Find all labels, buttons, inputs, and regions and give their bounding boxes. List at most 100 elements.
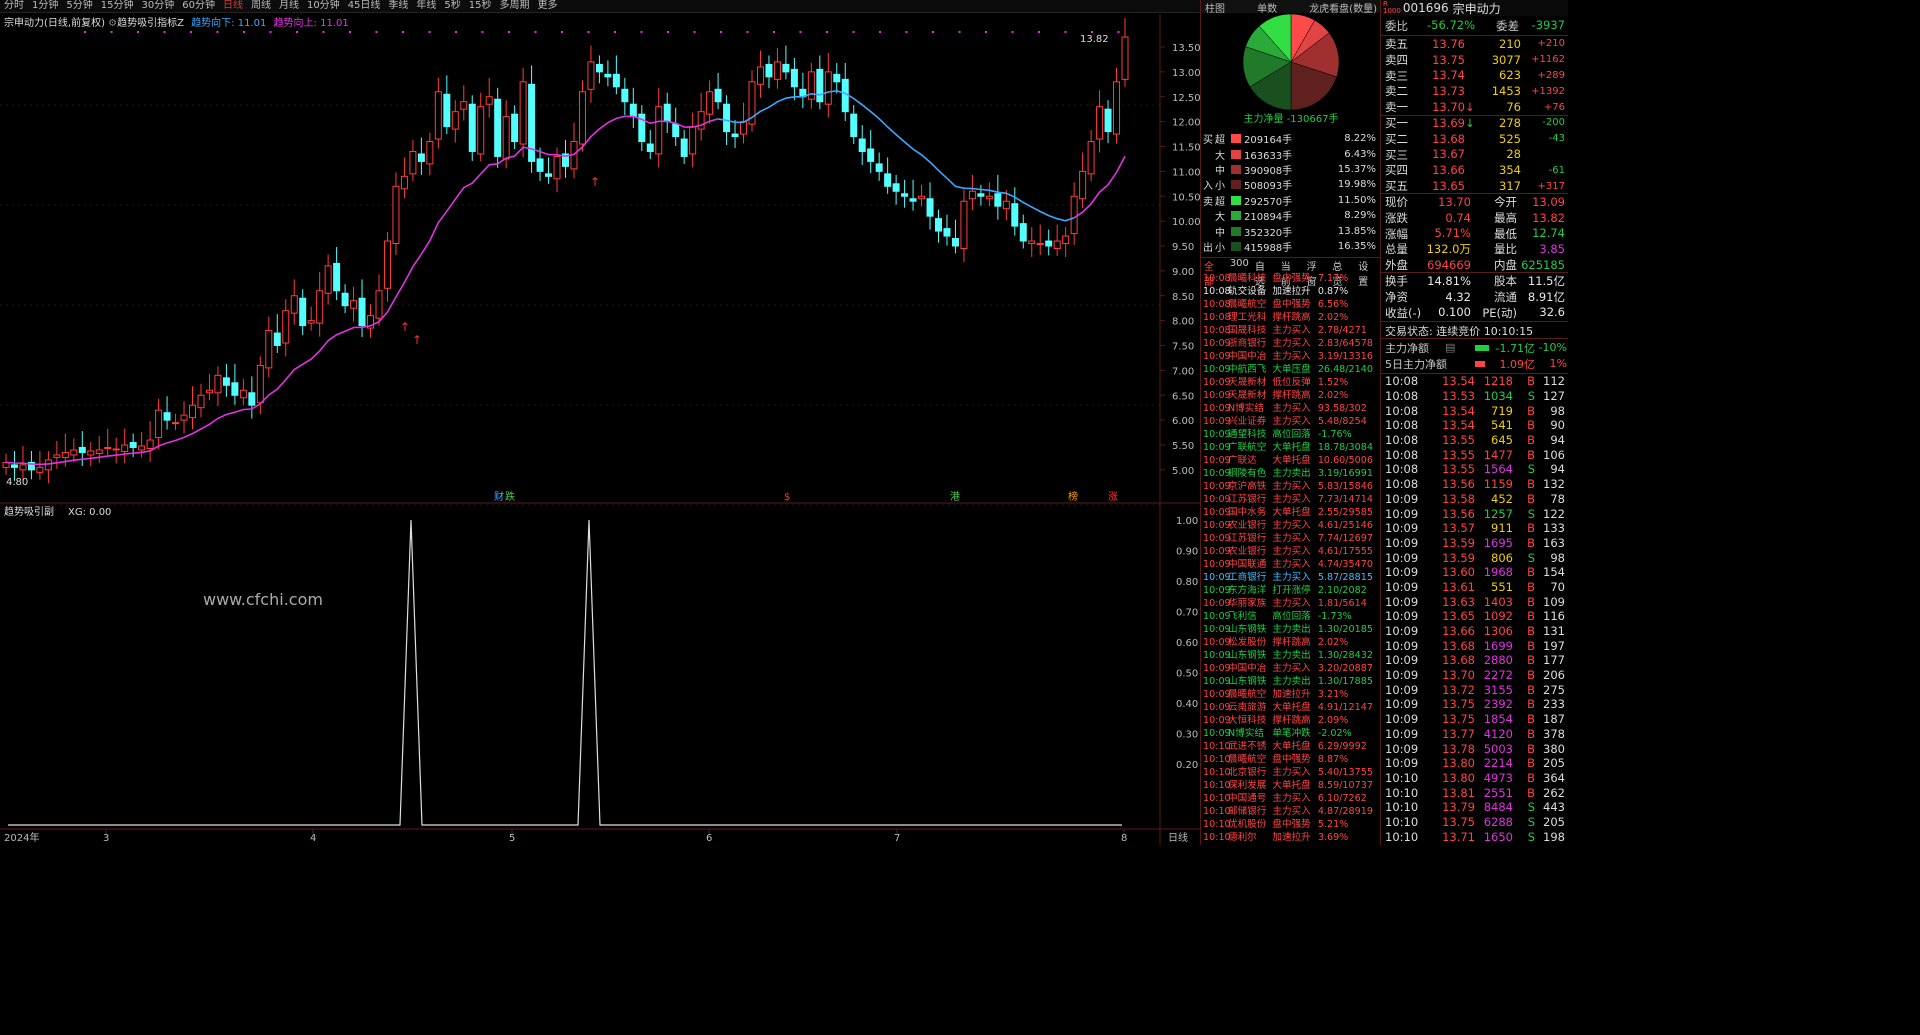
feed-row[interactable]: 10:09 浙商银行 主力买入 2.83/64578 bbox=[1203, 337, 1379, 350]
event-tag[interactable]: 财 bbox=[494, 490, 504, 503]
feed-row[interactable]: 10:09 山东钢铁 主力卖出 1.30/20185 bbox=[1203, 623, 1379, 636]
period-tab[interactable]: 30分钟 bbox=[137, 0, 178, 12]
feed-row[interactable]: 10:09 晨曦航空 加速拉升 3.21% bbox=[1203, 688, 1379, 701]
feed-tab[interactable]: 300 bbox=[1227, 258, 1252, 271]
feed-row[interactable]: 10:09 兴业证券 主力买入 5.48/8254 bbox=[1203, 415, 1379, 428]
feed-row[interactable]: 10:09 中航西飞 大单压盘 26.48/2140 bbox=[1203, 363, 1379, 376]
feed-tab[interactable]: 全部 bbox=[1201, 258, 1227, 288]
feed-row[interactable]: 10:10 武进不锈 大单托盘 6.29/9992 bbox=[1203, 740, 1379, 753]
feed-row[interactable]: 10:08 国晟科技 主力买入 2.78/4271 bbox=[1203, 324, 1379, 337]
info-icon[interactable]: ▤ bbox=[1445, 341, 1475, 354]
feed-row[interactable]: 10:09 天晟新材 撑杆跳高 2.02% bbox=[1203, 389, 1379, 402]
period-tab[interactable]: 5分钟 bbox=[62, 0, 96, 12]
feed-row[interactable]: 10:10 晨曦航空 盘中强势 8.87% bbox=[1203, 753, 1379, 766]
period-tab[interactable]: 45日线 bbox=[344, 0, 385, 12]
feed-row[interactable]: 10:09 松发股份 撑杆跳高 2.02% bbox=[1203, 636, 1379, 649]
feed-row[interactable]: 10:09 N博实结 单笔冲跌 -2.02% bbox=[1203, 727, 1379, 740]
feed-row[interactable]: 10:09 通望科技 高位回落 -1.76% bbox=[1203, 428, 1379, 441]
feed-row[interactable]: 10:09 山东钢铁 主力卖出 1.30/28432 bbox=[1203, 649, 1379, 662]
ask-row[interactable]: 卖一 13.70 ↓ 76 +76 bbox=[1385, 99, 1567, 115]
feed-row[interactable]: 10:09 国中水务 大单托盘 2.55/29585 bbox=[1203, 506, 1379, 519]
period-tab[interactable]: 日线 bbox=[219, 0, 247, 12]
feed-row[interactable]: 10:09 江苏银行 主力买入 7.73/14714 bbox=[1203, 493, 1379, 506]
feed-row[interactable]: 10:09 江苏银行 主力买入 7.74/12697 bbox=[1203, 532, 1379, 545]
feed-row[interactable]: 10:09 东方海洋 打开涨停 2.10/2082 bbox=[1203, 584, 1379, 597]
period-tab[interactable]: 月线 bbox=[275, 0, 303, 12]
period-tab[interactable]: 多周期 bbox=[496, 0, 534, 12]
tick-row: 10:09 13.78 5003 B 380 bbox=[1385, 741, 1567, 756]
feed-row[interactable]: 10:09 中国联通 主力买入 4.74/35470 bbox=[1203, 558, 1379, 571]
feed-row[interactable]: 10:10 北京银行 主力买入 5.40/13755 bbox=[1203, 766, 1379, 779]
period-tab[interactable]: 5秒 bbox=[440, 0, 464, 12]
feed-row[interactable]: 10:10 优机股份 盘中强势 5.21% bbox=[1203, 818, 1379, 831]
feed-row[interactable]: 10:09 中国中冶 主力买入 3.20/20887 bbox=[1203, 662, 1379, 675]
feed-row[interactable]: 10:08 晨曦科技 盘中强势 7.17% bbox=[1203, 272, 1379, 285]
signal-dot bbox=[826, 31, 828, 33]
flow-tab[interactable]: 柱图 bbox=[1201, 0, 1229, 15]
signal-dot bbox=[1091, 31, 1093, 33]
period-tab[interactable]: 年线 bbox=[412, 0, 440, 12]
event-tag[interactable]: 跌 bbox=[505, 490, 515, 503]
feed-row[interactable]: 10:08 晨曦航空 盘中强势 6.56% bbox=[1203, 298, 1379, 311]
feed-row[interactable]: 10:08 理工光科 撑杆跳高 2.02% bbox=[1203, 311, 1379, 324]
feed-row[interactable]: 10:09 中国中冶 主力买入 3.19/13316 bbox=[1203, 350, 1379, 363]
event-tag[interactable]: 涨 bbox=[1108, 491, 1118, 503]
tick-row: 10:09 13.72 3155 B 275 bbox=[1385, 682, 1567, 697]
feed-row[interactable]: 10:09 飞利信 高位回落 -1.73% bbox=[1203, 610, 1379, 623]
feed-value: 7.73/14714 bbox=[1317, 494, 1373, 505]
sub-indicator-name[interactable]: 趋势吸引副 bbox=[4, 505, 54, 518]
bid-row[interactable]: 买一 13.69 ↓ 278 -200 bbox=[1385, 115, 1567, 131]
bid-row[interactable]: 买二 13.68 525 -43 bbox=[1385, 131, 1567, 147]
feed-row[interactable]: 10:09 京沪高铁 主力买入 5.83/15846 bbox=[1203, 480, 1379, 493]
ask-row[interactable]: 卖二 13.73 1453 +1392 bbox=[1385, 83, 1567, 99]
feed-row[interactable]: 10:09 云南旅游 大单托盘 4.91/12147 bbox=[1203, 701, 1379, 714]
feed-tab[interactable]: 自选 bbox=[1252, 258, 1278, 288]
period-tab[interactable]: 更多 bbox=[534, 0, 562, 12]
event-tag[interactable]: $ bbox=[784, 492, 790, 503]
ask-row[interactable]: 卖四 13.75 3077 +1162 bbox=[1385, 52, 1567, 68]
feed-row[interactable]: 10:10 中国通号 主力买入 6.10/7262 bbox=[1203, 792, 1379, 805]
flow-percent: 19.98% bbox=[1337, 179, 1376, 191]
tick-price: 13.68 bbox=[1442, 653, 1475, 668]
bid-row[interactable]: 买四 13.66 354 -61 bbox=[1385, 162, 1567, 178]
feed-tab[interactable]: 设置 bbox=[1355, 258, 1381, 288]
event-tag[interactable]: 榜 bbox=[1068, 490, 1078, 503]
sub-tick: 0.70 bbox=[1176, 608, 1198, 619]
feed-row[interactable]: 10:08 轨交设备 加速拉升 0.87% bbox=[1203, 285, 1379, 298]
event-tag[interactable]: 港 bbox=[950, 491, 960, 503]
feed-row[interactable]: 10:09 大恒科技 撑杆跳高 2.09% bbox=[1203, 714, 1379, 727]
feed-tab[interactable]: 浮窗 bbox=[1304, 258, 1330, 288]
feed-row[interactable]: 10:10 德利尔 加速拉升 3.69% bbox=[1203, 831, 1379, 844]
ask-row[interactable]: 卖三 13.74 623 +289 bbox=[1385, 68, 1567, 84]
price-tick: 9.50 bbox=[1172, 242, 1194, 253]
feed-row[interactable]: 10:09 铜陵有色 主力卖出 3.19/16991 bbox=[1203, 467, 1379, 480]
feed-row[interactable]: 10:10 保利发展 大单托盘 8.59/10737 bbox=[1203, 779, 1379, 792]
tick-volume: 1564 bbox=[1483, 462, 1513, 477]
feed-row[interactable]: 10:09 农业银行 主力买入 4.61/25146 bbox=[1203, 519, 1379, 532]
bid-row[interactable]: 买五 13.65 317 +317 bbox=[1385, 178, 1567, 194]
period-tab[interactable]: 1分钟 bbox=[28, 0, 62, 12]
ask-row[interactable]: 卖五 13.76 210 +210 bbox=[1385, 36, 1567, 52]
feed-tab[interactable]: 当前 bbox=[1278, 258, 1304, 288]
feed-row[interactable]: 10:09 N博实结 主力买入 93.58/302 bbox=[1203, 402, 1379, 415]
feed-tab[interactable]: 总览 bbox=[1329, 258, 1355, 288]
feed-row[interactable]: 10:09 广联航空 大单托盘 18.78/3084 bbox=[1203, 441, 1379, 454]
feed-row[interactable]: 10:09 天晟新材 低位反弹 1.52% bbox=[1203, 376, 1379, 389]
feed-row[interactable]: 10:09 山东钢铁 主力卖出 1.30/17885 bbox=[1203, 675, 1379, 688]
period-tab[interactable]: 季线 bbox=[384, 0, 412, 12]
bid-row[interactable]: 买三 13.67 28 bbox=[1385, 147, 1567, 163]
candle-body bbox=[994, 193, 1002, 207]
kline-chart[interactable]: 13.50 13.00 12.50 12.00 11.50 11.00 10.50 10.00… bbox=[0, 14, 1200, 845]
feed-row[interactable]: 10:09 广联达 大单托盘 10.60/5006 bbox=[1203, 454, 1379, 467]
period-tab[interactable]: 15秒 bbox=[465, 0, 496, 12]
feed-row[interactable]: 10:10 邮储银行 主力买入 4.87/28919 bbox=[1203, 805, 1379, 818]
period-tab[interactable]: 15分钟 bbox=[97, 0, 138, 12]
period-tab[interactable]: 60分钟 bbox=[178, 0, 219, 12]
feed-row[interactable]: 10:09 华丽家族 主力买入 1.81/5614 bbox=[1203, 597, 1379, 610]
feed-row[interactable]: 10:09 工商银行 主力买入 5.87/28815 bbox=[1203, 571, 1379, 584]
tick-list: 10:08 13.54 1218 B 112 10:08 13.53 1034 S 127 10:0… bbox=[1385, 374, 1567, 844]
feed-row[interactable]: 10:09 农业银行 主力买入 4.61/17555 bbox=[1203, 545, 1379, 558]
period-tab[interactable]: 分时 bbox=[0, 0, 28, 12]
period-tab[interactable]: 10分钟 bbox=[303, 0, 344, 12]
period-tab[interactable]: 周线 bbox=[247, 0, 275, 12]
